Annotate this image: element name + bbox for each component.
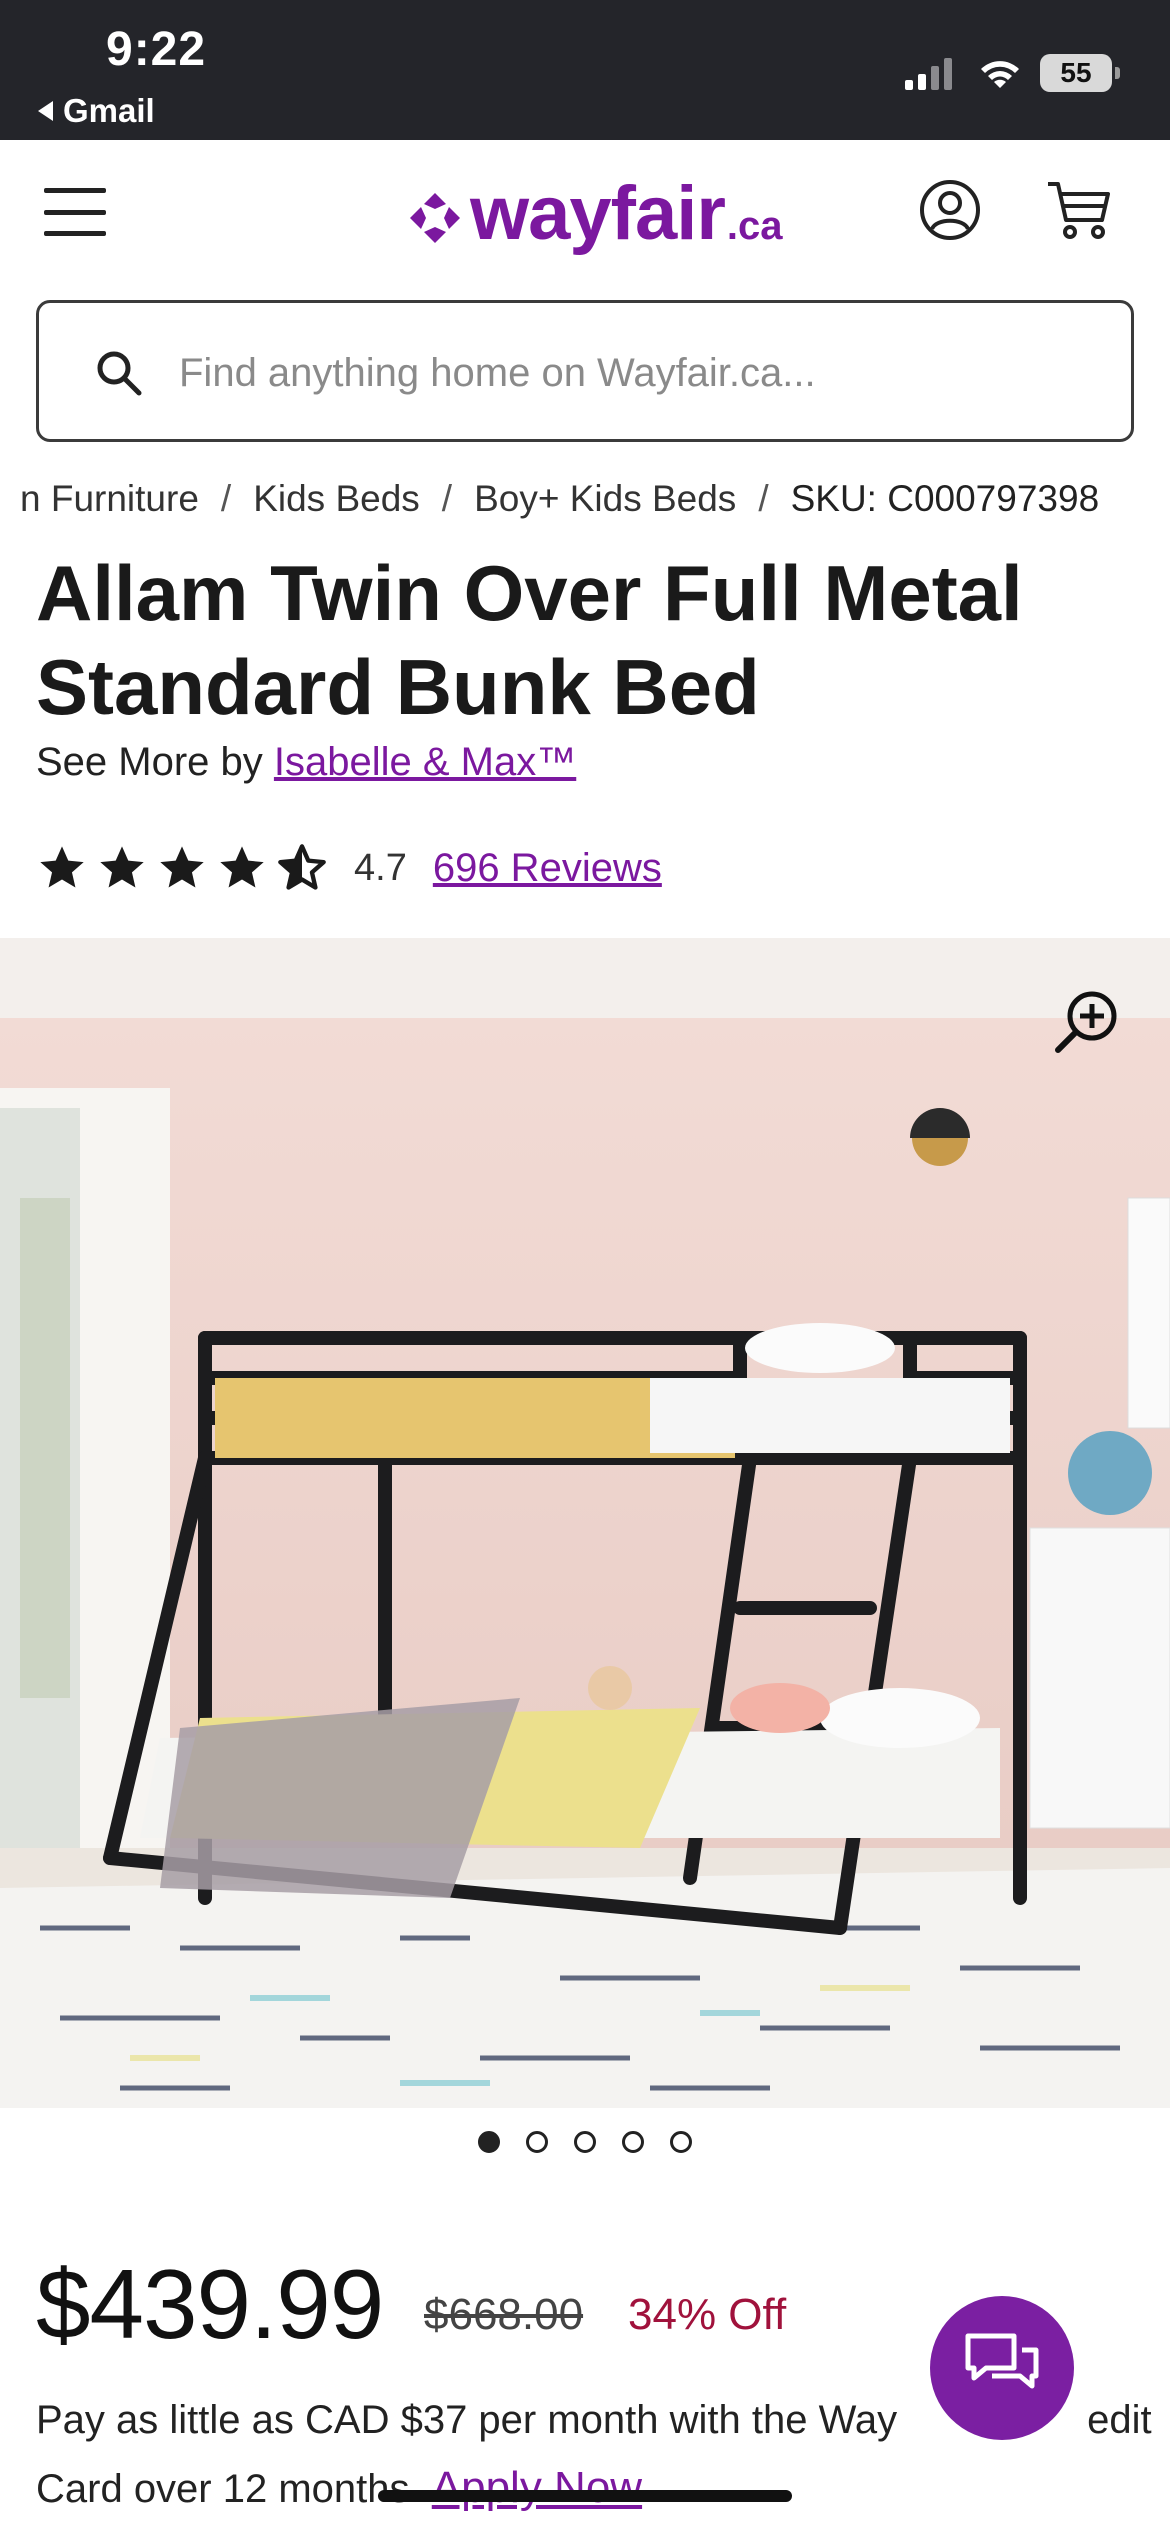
search-bar[interactable] (36, 300, 1134, 442)
breadcrumb-item[interactable]: Boy+ Kids Beds (474, 478, 736, 520)
financing-line-2: Card over 12 months. (36, 2467, 421, 2511)
financing-line-1: Pay as little as CAD $37 per month with … (36, 2398, 898, 2442)
carousel-dot[interactable] (478, 2131, 500, 2153)
star-icon (160, 846, 204, 888)
rating-summary: 4.7 696 Reviews (36, 842, 662, 894)
search-input[interactable] (179, 343, 1079, 403)
wayfair-logo[interactable]: wayfair .ca (408, 170, 783, 257)
chat-button[interactable] (930, 2296, 1074, 2440)
discount-badge: 34% Off (628, 2290, 787, 2339)
logo-text: wayfair (470, 171, 726, 256)
original-price: $668.00 (424, 2290, 584, 2339)
carousel-dot[interactable] (670, 2131, 692, 2153)
financing-line-1-end: edit (1087, 2398, 1152, 2442)
logo-mark-icon (410, 193, 460, 243)
logo-suffix: .ca (726, 204, 783, 248)
back-arrow-icon (38, 101, 53, 121)
breadcrumb-item[interactable]: Kids Beds (253, 478, 420, 520)
image-carousel-dots (478, 2131, 692, 2153)
apply-now-link[interactable]: Apply Now (432, 2463, 642, 2512)
site-header: wayfair .ca (0, 140, 1170, 285)
carousel-dot[interactable] (622, 2131, 644, 2153)
brand-link[interactable]: Isabelle & Max™ (274, 740, 576, 784)
breadcrumb-separator: / (441, 478, 453, 519)
product-image[interactable] (0, 938, 1170, 2108)
star-icon (40, 846, 84, 888)
sale-price: $439.99 (36, 2249, 384, 2359)
breadcrumb-sku: SKU: C000797398 (790, 478, 1100, 519)
menu-icon[interactable] (44, 188, 106, 236)
breadcrumb: n Furniture / Kids Beds / Boy+ Kids Beds… (20, 478, 1099, 520)
home-indicator (378, 2490, 792, 2502)
breadcrumb-separator: / (758, 478, 769, 519)
half-star-icon (278, 844, 326, 890)
see-more-prefix: See More by (36, 740, 263, 784)
status-bar: 9:22 Gmail 55 (0, 0, 1170, 140)
wifi-icon (981, 61, 1019, 88)
see-more-by: See More by Isabelle & Max™ (36, 740, 576, 785)
cart-icon[interactable] (1046, 178, 1112, 242)
product-title: Allam Twin Over Full Metal Standard Bunk… (36, 549, 1023, 731)
chat-icon (965, 2333, 1039, 2389)
battery-icon: 55 (1040, 54, 1120, 92)
zoom-icon[interactable] (1052, 988, 1120, 1056)
status-time: 9:22 (106, 23, 207, 76)
star-rating (36, 842, 328, 894)
back-app-label: Gmail (63, 92, 155, 129)
star-icon (220, 846, 264, 888)
back-to-app-link[interactable]: Gmail (38, 92, 155, 130)
reviews-link[interactable]: 696 Reviews (433, 846, 662, 891)
carousel-dot[interactable] (574, 2131, 596, 2153)
cellular-signal-icon (905, 56, 952, 90)
account-icon[interactable] (918, 178, 982, 242)
breadcrumb-item[interactable]: n Furniture (20, 478, 199, 520)
bunk-bed-photo (0, 938, 1170, 2108)
star-icon (100, 846, 144, 888)
search-icon (97, 351, 142, 396)
breadcrumb-separator: / (220, 478, 232, 519)
rating-value: 4.7 (354, 846, 407, 889)
carousel-dot[interactable] (526, 2131, 548, 2153)
